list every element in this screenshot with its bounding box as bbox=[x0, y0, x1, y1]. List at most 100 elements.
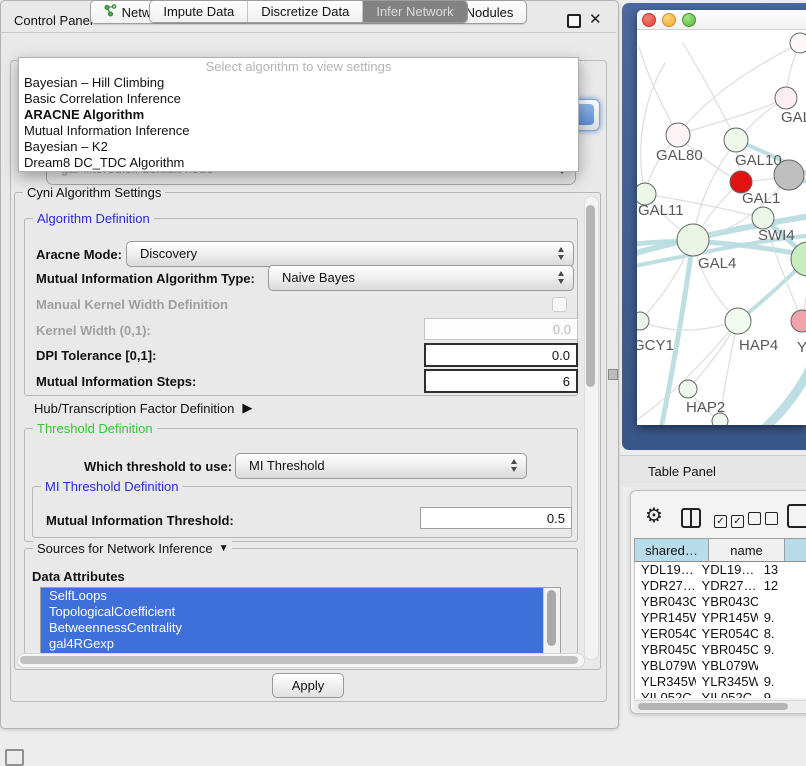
network-edge[interactable] bbox=[639, 47, 678, 135]
table-row[interactable]: YPR145WYPR145W9. bbox=[635, 610, 806, 626]
attributes-scrollbar-thumb[interactable] bbox=[547, 590, 556, 646]
node-label-gal4: GAL4 bbox=[698, 255, 736, 272]
panel-splitter-grip[interactable] bbox=[608, 369, 618, 380]
settings-horizontal-scrollbar-thumb[interactable] bbox=[20, 656, 578, 664]
column-header-a[interactable]: A bbox=[785, 539, 806, 562]
node-label-gal: GAL bbox=[781, 109, 806, 126]
tab-infer-network[interactable]: Infer Network bbox=[363, 1, 466, 22]
node-gal10[interactable] bbox=[724, 128, 748, 152]
attribute-item-betweennesscentrality[interactable]: BetweennessCentrality bbox=[41, 620, 543, 636]
algorithm-dropdown-popup: Select algorithm to view settings Bayesi… bbox=[18, 57, 579, 172]
column-header-shared[interactable]: shared… bbox=[635, 539, 709, 562]
table-row[interactable]: YBR045CYBR045C9. bbox=[635, 642, 806, 658]
attributes-scrollbar[interactable] bbox=[543, 588, 561, 653]
table-cell: YLR345W bbox=[696, 674, 758, 690]
settings-vertical-scrollbar-thumb[interactable] bbox=[586, 205, 595, 387]
titlebar-divider bbox=[1, 32, 616, 33]
algorithm-option-dream8-dc-tdc-algorithm[interactable]: Dream8 DC_TDC Algorithm bbox=[19, 155, 578, 171]
algorithm-dropdown-list: Bayesian – Hill ClimbingBasic Correlatio… bbox=[19, 75, 578, 171]
mi-algorithm-type-combobox[interactable]: Naive Bayes bbox=[268, 265, 574, 291]
unchecked-box-icon bbox=[765, 512, 778, 525]
node-unlabeled-top[interactable] bbox=[790, 33, 806, 53]
node-hap2[interactable] bbox=[679, 380, 697, 398]
window-close-icon[interactable] bbox=[642, 13, 656, 27]
hub-definition-toggle[interactable]: Hub/Transcription Factor Definition ▶ bbox=[34, 400, 252, 416]
data-attributes-listbox: SelfLoopsTopologicalCoefficientBetweenne… bbox=[40, 587, 561, 654]
collapse-down-icon[interactable]: ▼ bbox=[219, 541, 229, 556]
table-cell: 9. bbox=[758, 642, 806, 658]
node-gal-right[interactable] bbox=[775, 87, 797, 109]
manual-kernel-width-checkbox[interactable] bbox=[552, 297, 567, 312]
network-window-titlebar[interactable] bbox=[637, 10, 806, 30]
gear-icon[interactable]: ⚙ bbox=[645, 503, 663, 528]
deselect-all-columns-icon[interactable] bbox=[748, 512, 782, 528]
algorithm-option-bayesian-hill-climbing[interactable]: Bayesian – Hill Climbing bbox=[19, 75, 578, 91]
aracne-mode-combobox[interactable]: Discovery bbox=[126, 241, 574, 267]
network-edge[interactable] bbox=[729, 354, 806, 425]
attribute-item-topologicalcoefficient[interactable]: TopologicalCoefficient bbox=[41, 604, 543, 620]
table-body: YDL19…YDL19…13YDR27…YDR27…12YBR043CYBR04… bbox=[634, 562, 806, 698]
table-cell: YIL052C bbox=[696, 690, 758, 698]
table-cell: YBR045C bbox=[635, 642, 696, 658]
table-header-row: shared…nameA bbox=[634, 538, 806, 562]
attribute-item-selfloops[interactable]: SelfLoops bbox=[41, 588, 543, 604]
window-minimize-icon[interactable] bbox=[662, 13, 676, 27]
tab-impute-data[interactable]: Impute Data bbox=[150, 1, 248, 22]
column-header-name[interactable]: name bbox=[709, 539, 785, 562]
split-columns-icon[interactable] bbox=[681, 508, 701, 528]
which-threshold-combobox[interactable]: MI Threshold bbox=[235, 453, 527, 479]
node-y-pink[interactable] bbox=[791, 310, 806, 332]
network-canvas[interactable]: GALGAL80GAL10GAL1GAL11SWI4GAL4GCY1HAP4YH… bbox=[637, 29, 806, 425]
mi-algorithm-type-label: Mutual Information Algorithm Type: bbox=[36, 271, 255, 286]
mi-steps-field[interactable]: 6 bbox=[424, 369, 578, 393]
window-zoom-icon[interactable] bbox=[682, 13, 696, 27]
sources-legend: Sources for Network Inference ▼ bbox=[33, 541, 232, 556]
node-hap4[interactable] bbox=[725, 308, 751, 334]
table-cell: YBR043C bbox=[635, 594, 696, 610]
settings-horizontal-scrollbar[interactable] bbox=[17, 653, 585, 668]
network-graph[interactable]: GALGAL80GAL10GAL1GAL11SWI4GAL4GCY1HAP4YH… bbox=[637, 29, 806, 425]
algorithm-option-bayesian-k2[interactable]: Bayesian – K2 bbox=[19, 139, 578, 155]
algorithm-option-mutual-information-inference[interactable]: Mutual Information Inference bbox=[19, 123, 578, 139]
tab-discretize-data[interactable]: Discretize Data bbox=[248, 1, 363, 22]
table-horizontal-scrollbar-thumb[interactable] bbox=[638, 703, 788, 710]
table-row[interactable]: YDL19…YDL19…13 bbox=[635, 562, 806, 578]
node-gcy1[interactable] bbox=[637, 312, 649, 330]
table-row[interactable]: YBR043CYBR043C bbox=[635, 594, 806, 610]
table-cell: 9. bbox=[758, 674, 806, 690]
table-row[interactable]: YIL052CYIL052C9 bbox=[635, 690, 806, 698]
node-gal4[interactable] bbox=[677, 224, 709, 256]
table-cell: YDL19… bbox=[635, 562, 696, 578]
table-cell: 13 bbox=[758, 562, 806, 578]
table-row[interactable]: YLR345WYLR345W9. bbox=[635, 674, 806, 690]
kernel-width-field[interactable]: 0.0 bbox=[424, 318, 578, 340]
table-cell: YDL19… bbox=[696, 562, 758, 578]
dpi-tolerance-field[interactable]: 0.0 bbox=[424, 343, 578, 367]
network-edge[interactable] bbox=[640, 321, 738, 330]
attribute-item-gal4rgexp[interactable]: gal4RGexp bbox=[41, 636, 543, 652]
node-label-gal11: GAL11 bbox=[638, 202, 684, 219]
table-panel-header: Table Panel bbox=[620, 455, 806, 487]
table-row[interactable]: YDR27…YDR27…12 bbox=[635, 578, 806, 594]
node-gal80[interactable] bbox=[666, 123, 690, 147]
node-swi4[interactable] bbox=[752, 207, 774, 229]
node-label-gal10: GAL10 bbox=[735, 152, 782, 169]
settings-vertical-scrollbar[interactable] bbox=[584, 196, 599, 660]
docked-panel-icon[interactable] bbox=[5, 749, 24, 766]
table-cell: 8. bbox=[758, 626, 806, 642]
algorithm-option-aracne-algorithm[interactable]: ARACNE Algorithm bbox=[19, 107, 578, 123]
table-row[interactable]: YBL079WYBL079W bbox=[635, 658, 806, 674]
table-horizontal-scrollbar[interactable] bbox=[634, 700, 806, 712]
which-threshold-label: Which threshold to use: bbox=[84, 459, 232, 474]
select-all-columns-icon[interactable]: ✓✓ bbox=[714, 512, 748, 528]
table-row[interactable]: YER054CYER054C8. bbox=[635, 626, 806, 642]
table-cell: YIL052C bbox=[635, 690, 696, 698]
algorithm-dropdown-prompt: Select algorithm to view settings bbox=[19, 58, 578, 75]
mi-threshold-field[interactable]: 0.5 bbox=[420, 507, 572, 529]
apply-button[interactable]: Apply bbox=[272, 673, 344, 698]
export-table-icon[interactable] bbox=[787, 504, 806, 528]
table-panel-title: Table Panel bbox=[648, 464, 716, 479]
network-edge[interactable] bbox=[641, 63, 665, 194]
table-cell: 9. bbox=[758, 610, 806, 626]
algorithm-option-basic-correlation-inference[interactable]: Basic Correlation Inference bbox=[19, 91, 578, 107]
